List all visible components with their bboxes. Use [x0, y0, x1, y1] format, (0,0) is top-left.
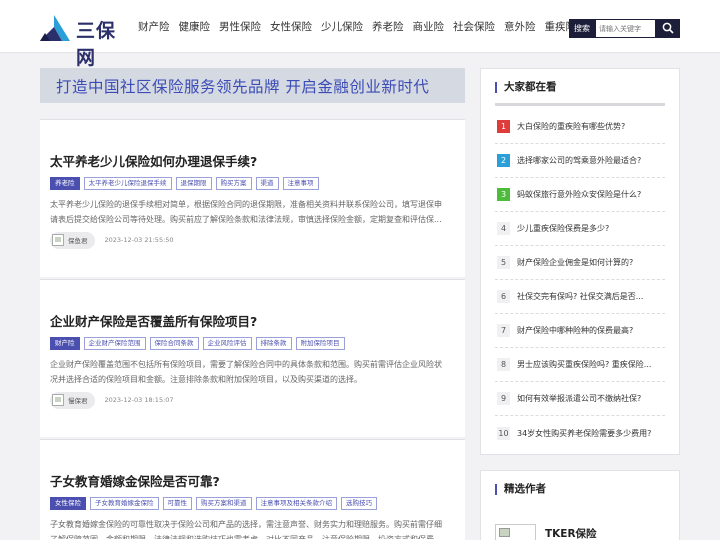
nav-item[interactable]: 社会保险: [453, 19, 495, 34]
popular-item[interactable]: 5 财产保险企业佣金是如何计算的?: [495, 246, 665, 280]
article-tag[interactable]: 排除条款: [255, 337, 292, 350]
logo-mountain-icon: [40, 15, 70, 41]
author-avatar: [52, 394, 64, 406]
article-meta: 保鱼君 2023-12-03 21:55:50: [50, 231, 174, 249]
author-avatar: [52, 234, 64, 246]
article-tags: 财产险 企业财产保险范围 保险合同条款 企业风险评估 排除条款 附加保险项目: [50, 337, 349, 350]
popular-item[interactable]: 10 34岁女性购买养老保险需要多少费用?: [495, 416, 665, 450]
popular-item-text[interactable]: 社保交完有保吗? 社保交满后是否...: [517, 291, 643, 302]
nav-item[interactable]: 男性保险: [219, 19, 261, 34]
featured-authors-panel: 精选作者 TKER保险: [480, 470, 680, 540]
popular-item[interactable]: 4 少儿重疾保险保费是多少?: [495, 212, 665, 246]
article-title[interactable]: 企业财产保险是否覆盖所有保险项目?: [50, 311, 257, 330]
article-card: 企业财产保险是否覆盖所有保险项目? 财产险 企业财产保险范围 保险合同条款 企业…: [40, 279, 465, 437]
rank-badge: 4: [497, 222, 510, 235]
nav-item[interactable]: 养老险: [372, 19, 404, 34]
writer-name[interactable]: TKER保险: [545, 526, 597, 540]
article-tag[interactable]: 女性保险: [50, 497, 86, 510]
article-tag[interactable]: 企业财产保险范围: [83, 337, 146, 350]
popular-item-text[interactable]: 大白保险的重疾险有哪些优势?: [517, 121, 625, 132]
article-tag[interactable]: 财产险: [50, 337, 80, 350]
main-nav: 财产险 健康险 男性保险 女性保险 少儿保险 养老险 商业险 社会保险 意外险 …: [138, 0, 585, 53]
popular-panel: 大家都在看 1 大白保险的重疾险有哪些优势? 2 选择哪家公司的驾乘意外险最适合…: [480, 68, 680, 455]
popular-item-text[interactable]: 少儿重疾保险保费是多少?: [517, 223, 609, 234]
article-time: 2023-12-03 21:55:50: [104, 236, 174, 244]
article-summary: 企业财产保险覆盖范围不包括所有保险项目，需要了解保险合同中的具体条款和范围。购买…: [50, 360, 442, 384]
rank-badge: 1: [497, 120, 510, 133]
rank-badge: 8: [497, 358, 510, 371]
author-pill[interactable]: 保鱼君: [50, 231, 95, 249]
article-tag[interactable]: 企业风险评估: [202, 337, 252, 350]
popular-item[interactable]: 9 如何有效举报派遣公司不缴纳社保?: [495, 382, 665, 416]
article-title[interactable]: 太平养老少儿保险如何办理退保手续?: [50, 151, 257, 170]
article-tag[interactable]: 养老险: [50, 177, 80, 190]
article-tag[interactable]: 选购技巧: [341, 497, 377, 510]
article-tag[interactable]: 注意事项及相关条款介绍: [255, 497, 337, 510]
popular-item-text[interactable]: 蚂蚁保旅行意外险众安保险是什么?: [517, 189, 641, 200]
banner-text: 打造中国社区保险服务领先品牌 开启金融创业新时代: [56, 78, 430, 96]
article-tag[interactable]: 子女教育婚嫁金保险: [90, 497, 159, 510]
article-tags: 女性保险 子女教育婚嫁金保险 可靠性 购买方案和渠道 注意事项及相关条款介绍 选…: [50, 497, 381, 510]
search-label: 搜索: [569, 19, 595, 38]
search-button[interactable]: [656, 19, 680, 38]
logo-text: 三保网: [76, 20, 117, 69]
nav-item[interactable]: 意外险: [504, 19, 536, 34]
rank-badge: 3: [497, 188, 510, 201]
article-card: 太平养老少儿保险如何办理退保手续? 养老险 太平养老少儿保险退保手续 退保期限 …: [40, 119, 465, 277]
article-tag[interactable]: 可靠性: [162, 497, 192, 510]
popular-heading: 大家都在看: [495, 82, 557, 93]
nav-item[interactable]: 女性保险: [270, 19, 312, 34]
article-tag[interactable]: 购买方案和渠道: [196, 497, 252, 510]
author-name: 保鱼君: [68, 237, 88, 245]
article-tag[interactable]: 注意事项: [282, 177, 319, 190]
authors-heading: 精选作者: [495, 484, 546, 495]
popular-item[interactable]: 1 大白保险的重疾险有哪些优势?: [495, 110, 665, 144]
author-pill[interactable]: 慢保君: [50, 391, 95, 409]
nav-item[interactable]: 少儿保险: [321, 19, 363, 34]
popular-item-text[interactable]: 选择哪家公司的驾乘意外险最适合?: [517, 155, 641, 166]
article-time: 2023-12-03 18:15:07: [104, 396, 174, 404]
article-tags: 养老险 太平养老少儿保险退保手续 退保期限 购买方案 渠道 注意事项: [50, 177, 323, 190]
search-input[interactable]: [595, 19, 656, 38]
rank-badge: 6: [497, 290, 510, 303]
article-card: 子女教育婚嫁金保险是否可靠? 女性保险 子女教育婚嫁金保险 可靠性 购买方案和渠…: [40, 439, 465, 540]
popular-item-text[interactable]: 男士应该购买重疾保险吗? 重疾保险...: [517, 359, 651, 370]
article-tag[interactable]: 渠道: [255, 177, 279, 190]
article-title[interactable]: 子女教育婚嫁金保险是否可靠?: [50, 471, 220, 490]
site-header: 三保网 财产险 健康险 男性保险 女性保险 少儿保险 养老险 商业险 社会保险 …: [0, 0, 720, 69]
rank-badge: 5: [497, 256, 510, 269]
search-bar: 搜索: [569, 19, 680, 38]
heading-divider: [495, 103, 665, 106]
rank-badge: 2: [497, 154, 510, 167]
article-tag[interactable]: 保险合同条款: [149, 337, 199, 350]
rank-badge: 7: [497, 324, 510, 337]
popular-item-text[interactable]: 财产保险中哪种险种的保费最高?: [517, 325, 633, 336]
nav-item[interactable]: 健康险: [179, 19, 211, 34]
article-tag[interactable]: 购买方案: [215, 177, 252, 190]
article-summary: 子女教育婚嫁金保险的可靠性取决于保险公司和产品的选择，需注意声誉、财务实力和理赔…: [50, 520, 442, 539]
popular-item-text[interactable]: 如何有效举报派遣公司不缴纳社保?: [517, 393, 641, 404]
writer-avatar[interactable]: [495, 524, 536, 540]
article-tag[interactable]: 附加保险项目: [295, 337, 345, 350]
author-name: 慢保君: [68, 397, 88, 405]
article-tag[interactable]: 退保期限: [175, 177, 212, 190]
popular-item[interactable]: 6 社保交完有保吗? 社保交满后是否...: [495, 280, 665, 314]
rank-badge: 9: [497, 392, 510, 405]
popular-item[interactable]: 3 蚂蚁保旅行意外险众安保险是什么?: [495, 178, 665, 212]
article-tag[interactable]: 太平养老少儿保险退保手续: [83, 177, 172, 190]
article-summary: 太平养老少儿保险的退保手续相对简单，根据保险合同的退保期限，准备相关资料并联系保…: [50, 200, 442, 224]
nav-item[interactable]: 商业险: [413, 19, 445, 34]
promo-banner[interactable]: 打造中国社区保险服务领先品牌 开启金融创业新时代: [40, 68, 465, 103]
popular-item[interactable]: 8 男士应该购买重疾保险吗? 重疾保险...: [495, 348, 665, 382]
popular-item[interactable]: 2 选择哪家公司的驾乘意外险最适合?: [495, 144, 665, 178]
popular-item-text[interactable]: 34岁女性购买养老保险需要多少费用?: [517, 428, 651, 439]
site-logo[interactable]: 三保网: [40, 15, 132, 69]
search-icon: [662, 22, 674, 34]
article-meta: 慢保君 2023-12-03 18:15:07: [50, 391, 174, 409]
rank-badge: 10: [497, 426, 510, 440]
nav-item[interactable]: 财产险: [138, 19, 170, 34]
popular-item[interactable]: 7 财产保险中哪种险种的保费最高?: [495, 314, 665, 348]
popular-item-text[interactable]: 财产保险企业佣金是如何计算的?: [517, 257, 633, 268]
